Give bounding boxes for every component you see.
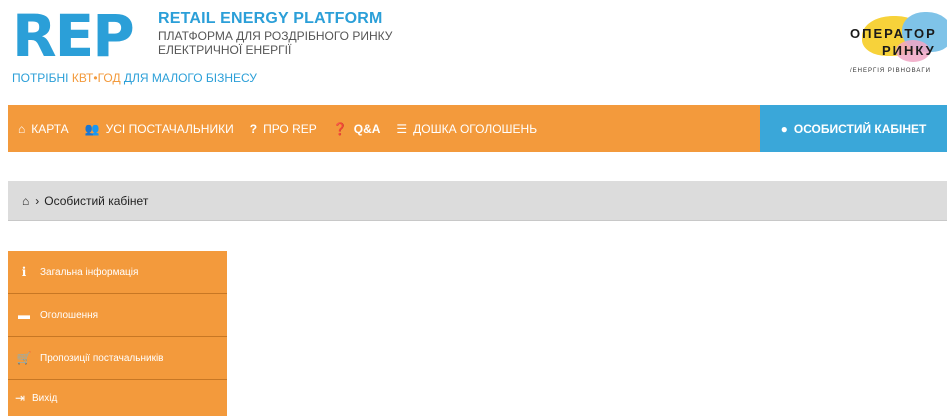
sidebar-item-label: Вихід [32,392,58,404]
nav-item-label: УСІ ПОСТАЧАЛЬНИКИ [105,121,234,136]
page: REP RETAIL ENERGY PLATFORM ПЛАТФОРМА ДЛЯ… [0,0,947,418]
briefcase-icon: ▬ [18,308,30,322]
sidebar-item-label: Пропозиції постачальників [40,352,164,364]
sidebar-item-logout[interactable]: ⇥ Вихід [8,380,227,416]
help-circle-icon: ❓ [332,121,348,136]
sidebar-item-label: Оголошення [40,309,99,321]
nav-item-label: Q&A [353,121,381,136]
logout-icon: ⇥ [14,391,26,405]
nav-item-suppliers[interactable]: 👥 УСІ ПОСТАЧАЛЬНИКИ [85,122,234,136]
main-nav: ⌂ КАРТА 👥 УСІ ПОСТАЧАЛЬНИКИ ? ПРО REP ❓ … [8,105,760,152]
question-icon: ? [249,121,258,136]
platform-subtitle-1: ПЛАТФОРМА ДЛЯ РОЗДРІБНОГО РИНКУ [158,29,393,43]
nav-item-board[interactable]: ☰ ДОШКА ОГОЛОШЕНЬ [396,122,537,136]
nav-item-label: ПРО REP [263,121,317,136]
operator-logo-line-1: ОПЕРАТОР [850,26,937,41]
sidebar: i Загальна інформація ▬ Оголошення 🛒 Про… [8,251,227,416]
personal-cabinet-button[interactable]: ● ОСОБИСТИЙ КАБІНЕТ [760,105,947,152]
sidebar-item-label: Загальна інформація [40,266,139,278]
tagline: ПОТРІБНІ КВТ•ГОД ДЛЯ МАЛОГО БІЗНЕСУ [12,71,257,85]
breadcrumb-separator: › [35,193,40,208]
nav-item-qa[interactable]: ❓ Q&A [333,122,381,136]
tagline-pre: ПОТРІБНІ [12,71,72,85]
breadcrumb-current: Особистий кабінет [44,193,149,208]
cart-icon: 🛒 [16,351,32,365]
users-icon: 👥 [84,121,100,136]
nav-item-map[interactable]: ⌂ КАРТА [18,122,69,136]
breadcrumb: ⌂ › Особистий кабінет [8,181,947,221]
tagline-highlight: КВТ•ГОД [71,71,121,85]
nav-item-label: ДОШКА ОГОЛОШЕНЬ [413,121,538,136]
header: REP RETAIL ENERGY PLATFORM ПЛАТФОРМА ДЛЯ… [0,0,947,104]
platform-title: RETAIL ENERGY PLATFORM [158,10,383,27]
nav-item-about[interactable]: ? ПРО REP [250,122,317,136]
sidebar-item-general-info[interactable]: i Загальна інформація [8,251,227,294]
rep-logo[interactable]: REP [12,7,135,65]
info-icon: i [21,265,27,279]
sidebar-item-supplier-offers[interactable]: 🛒 Пропозиції постачальників [8,337,227,380]
nav-item-label: КАРТА [31,121,69,136]
tagline-post: ДЛЯ МАЛОГО БІЗНЕСУ [120,71,257,85]
personal-cabinet-label: ОСОБИСТИЙ КАБІНЕТ [793,121,927,136]
market-operator-logo[interactable]: ОПЕРАТОР РИНКУ /ЕНЕРГІЯ РІВНОВАГИ [844,10,947,76]
home-icon: ⌂ [18,121,26,136]
operator-logo-tagline: /ЕНЕРГІЯ РІВНОВАГИ [850,68,931,74]
sidebar-item-announcements[interactable]: ▬ Оголошення [8,294,227,337]
operator-logo-line-2: РИНКУ [882,43,936,58]
user-icon: ● [780,121,788,136]
list-icon: ☰ [396,121,408,136]
platform-subtitle-2: ЕЛЕКТРИЧНОЇ ЕНЕРГІЇ [158,43,292,57]
home-icon[interactable]: ⌂ [22,194,29,208]
